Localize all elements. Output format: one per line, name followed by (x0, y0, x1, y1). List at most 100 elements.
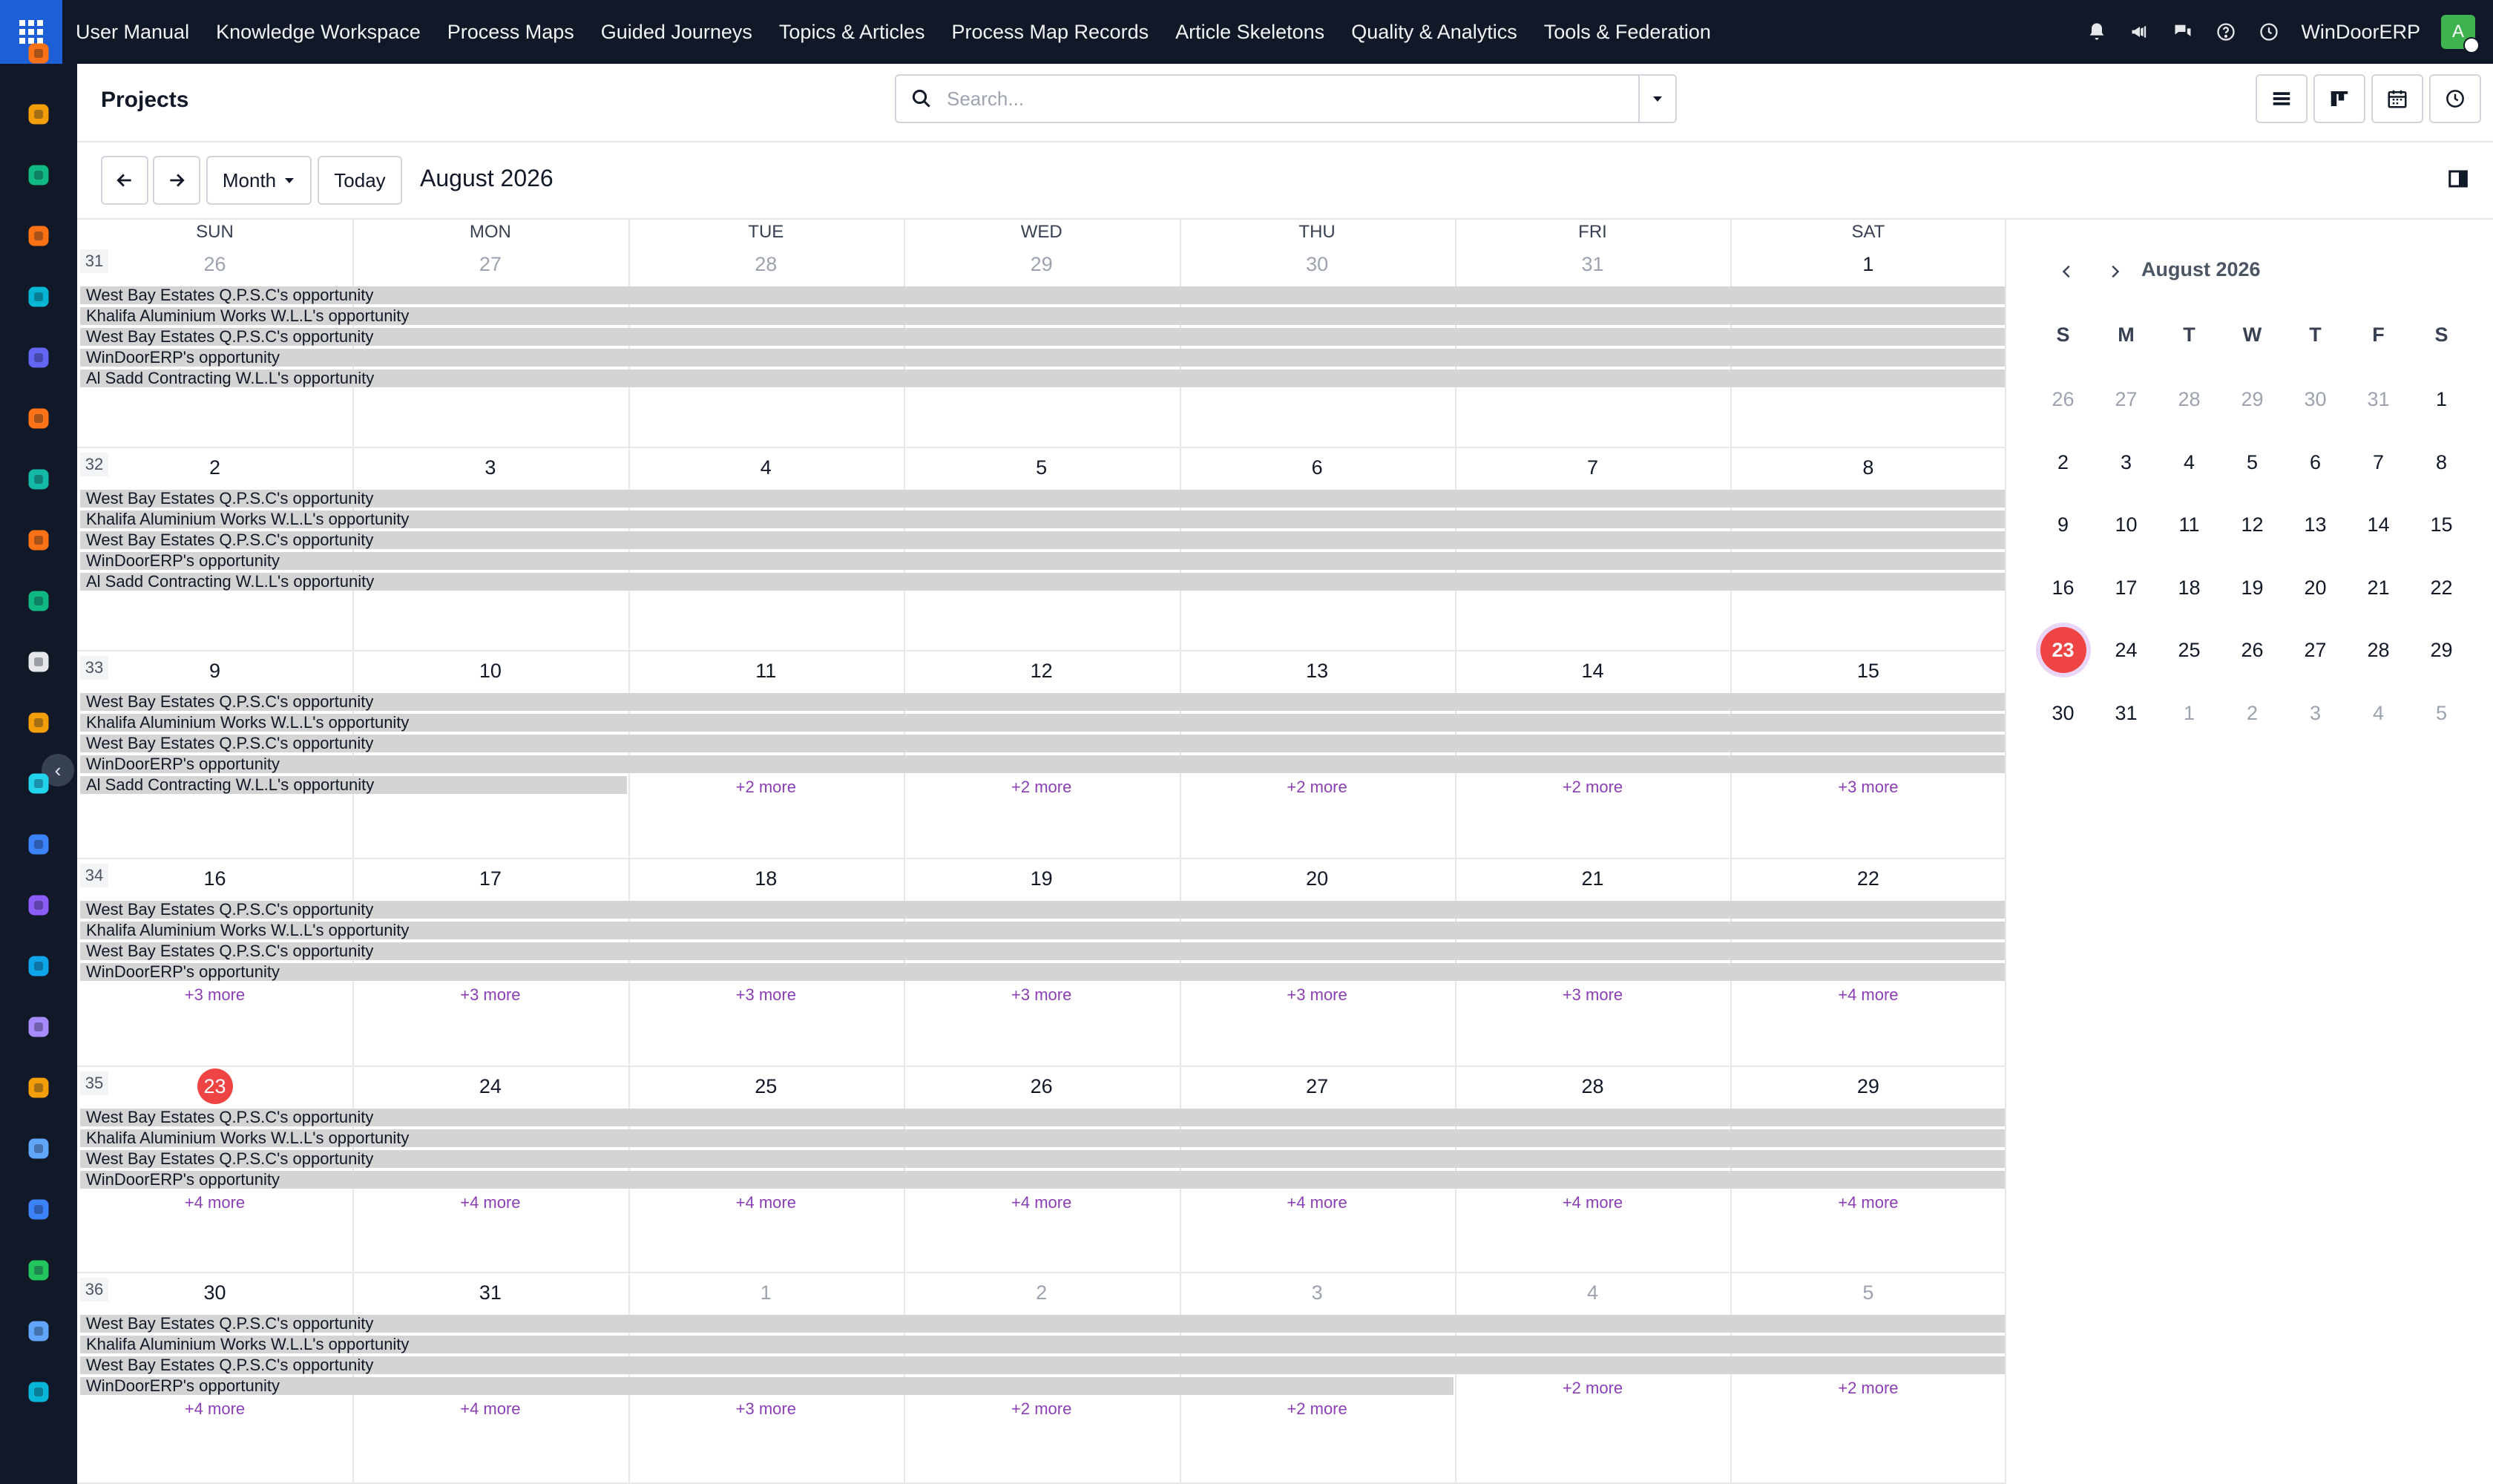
menu-item-user-manual[interactable]: User Manual (62, 21, 203, 44)
mini-day[interactable]: 29 (2410, 635, 2473, 665)
more-events-link[interactable]: +2 more (1730, 1379, 2006, 1398)
calendar-event[interactable]: Al Sadd Contracting W.L.L's opportunity (80, 370, 2005, 387)
day-number[interactable]: 9 (77, 656, 352, 686)
more-events-link[interactable]: +3 more (1455, 985, 1730, 1005)
timer-app-icon[interactable] (24, 1316, 53, 1346)
activity-view-button[interactable] (2429, 74, 2481, 123)
day-number[interactable]: 3 (352, 453, 628, 482)
day-number[interactable]: 20 (1180, 864, 1455, 893)
calendar-event[interactable]: WinDoorERP's opportunity (80, 755, 2005, 773)
mini-day[interactable]: 27 (2095, 384, 2158, 414)
mini-day[interactable]: 6 (2284, 447, 2347, 477)
menu-item-guided-journeys[interactable]: Guided Journeys (588, 21, 766, 44)
day-number[interactable]: 5 (904, 453, 1179, 482)
day-number[interactable]: 4 (1455, 1278, 1730, 1307)
calendar-event[interactable]: West Bay Estates Q.P.S.C's opportunity (80, 490, 2005, 508)
calendar-event[interactable]: Khalifa Aluminium Works W.L.L's opportun… (80, 922, 2005, 939)
list-view-button[interactable] (2256, 74, 2308, 123)
mini-day[interactable]: 27 (2284, 635, 2347, 665)
bell-icon[interactable] (2086, 21, 2108, 43)
calendar-event[interactable]: Khalifa Aluminium Works W.L.L's opportun… (80, 1336, 2005, 1353)
mini-day[interactable]: 8 (2410, 447, 2473, 477)
day-number[interactable]: 3 (1180, 1278, 1455, 1307)
mini-day[interactable]: 28 (2158, 384, 2221, 414)
company-switcher[interactable]: WinDoorERP (2301, 21, 2420, 44)
day-number[interactable]: 24 (352, 1071, 628, 1101)
mini-day[interactable]: 3 (2284, 698, 2347, 728)
day-number[interactable]: 17 (352, 864, 628, 893)
mini-day-today[interactable]: 23 (2031, 627, 2095, 673)
user-avatar[interactable]: A (2441, 15, 2480, 53)
mini-day[interactable]: 24 (2095, 635, 2158, 665)
day-number-today[interactable]: 23 (77, 1068, 352, 1104)
next-period-button[interactable] (153, 156, 200, 205)
day-number[interactable]: 21 (1455, 864, 1730, 893)
employees-app-icon[interactable] (24, 586, 53, 616)
marketing-app-icon[interactable] (24, 464, 53, 494)
more-events-link[interactable]: +4 more (352, 1193, 628, 1212)
mini-day[interactable]: 31 (2095, 698, 2158, 728)
calendar-event[interactable]: Al Sadd Contracting W.L.L's opportunity (80, 573, 2005, 591)
day-number[interactable]: 28 (1455, 1071, 1730, 1101)
day-number[interactable]: 10 (352, 656, 628, 686)
day-number[interactable]: 27 (352, 249, 628, 279)
menu-item-process-map-records[interactable]: Process Map Records (938, 21, 1162, 44)
mini-day[interactable]: 10 (2095, 510, 2158, 539)
mini-day[interactable]: 5 (2410, 698, 2473, 728)
more-events-link[interactable]: +4 more (77, 1399, 352, 1419)
mini-day[interactable]: 26 (2221, 635, 2284, 665)
mail-app-icon[interactable] (24, 343, 53, 372)
previous-period-button[interactable] (101, 156, 148, 205)
reporting-app-icon[interactable] (24, 525, 53, 555)
kanban-view-button[interactable] (2313, 74, 2365, 123)
calendar-event[interactable]: Al Sadd Contracting W.L.L's opportunity (80, 776, 627, 794)
day-number[interactable]: 11 (628, 656, 904, 686)
day-number[interactable]: 30 (1180, 249, 1455, 279)
more-events-link[interactable]: +3 more (352, 985, 628, 1005)
calendar-event[interactable]: WinDoorERP's opportunity (80, 552, 2005, 570)
mini-day[interactable]: 12 (2221, 510, 2284, 539)
mini-day[interactable]: 3 (2095, 447, 2158, 477)
more-events-link[interactable]: +4 more (628, 1193, 904, 1212)
dashboard-app-icon[interactable] (24, 1195, 53, 1224)
whatsapp-app-icon[interactable] (24, 1255, 53, 1285)
calendar-event[interactable]: West Bay Estates Q.P.S.C's opportunity (80, 1315, 2005, 1333)
day-number[interactable]: 5 (1730, 1278, 2006, 1307)
calendar-event[interactable]: WinDoorERP's opportunity (80, 1171, 2005, 1189)
mini-day[interactable]: 26 (2031, 384, 2095, 414)
day-number[interactable]: 14 (1455, 656, 1730, 686)
help-icon[interactable] (2215, 21, 2237, 43)
mini-day[interactable]: 18 (2158, 573, 2221, 603)
mini-day[interactable]: 30 (2284, 384, 2347, 414)
menu-item-article-skeletons[interactable]: Article Skeletons (1162, 21, 1338, 44)
more-events-link[interactable]: +3 more (1730, 778, 2006, 797)
day-number[interactable]: 2 (904, 1278, 1179, 1307)
more-events-link[interactable]: +2 more (904, 778, 1179, 797)
calendar-event[interactable]: West Bay Estates Q.P.S.C's opportunity (80, 735, 2005, 752)
more-events-link[interactable]: +2 more (904, 1399, 1179, 1419)
more-events-link[interactable]: +4 more (1730, 985, 2006, 1005)
mini-day[interactable]: 31 (2347, 384, 2410, 414)
calendar-event[interactable]: West Bay Estates Q.P.S.C's opportunity (80, 1356, 2005, 1374)
website-app-icon[interactable] (24, 282, 53, 312)
more-events-link[interactable]: +4 more (77, 1193, 352, 1212)
project-app-icon[interactable] (24, 769, 53, 798)
calendar-event[interactable]: West Bay Estates Q.P.S.C's opportunity (80, 286, 2005, 304)
mini-next-month-button[interactable] (2100, 257, 2129, 286)
discuss-app-icon[interactable] (24, 221, 53, 251)
day-number[interactable]: 18 (628, 864, 904, 893)
calendar-event[interactable]: West Bay Estates Q.P.S.C's opportunity (80, 1150, 2005, 1168)
calendar-event[interactable]: WinDoorERP's opportunity (80, 1377, 1454, 1395)
mini-day[interactable]: 25 (2158, 635, 2221, 665)
today-button[interactable]: Today (318, 156, 402, 205)
mini-day[interactable]: 17 (2095, 573, 2158, 603)
mini-day[interactable]: 13 (2284, 510, 2347, 539)
day-number[interactable]: 2 (77, 453, 352, 482)
mini-day[interactable]: 1 (2158, 698, 2221, 728)
day-number[interactable]: 29 (904, 249, 1179, 279)
day-number[interactable]: 4 (628, 453, 904, 482)
menu-item-topics-articles[interactable]: Topics & Articles (766, 21, 939, 44)
calendar-app-icon[interactable] (24, 1073, 53, 1103)
day-number[interactable]: 26 (904, 1071, 1179, 1101)
calendar-event[interactable]: Khalifa Aluminium Works W.L.L's opportun… (80, 714, 2005, 732)
